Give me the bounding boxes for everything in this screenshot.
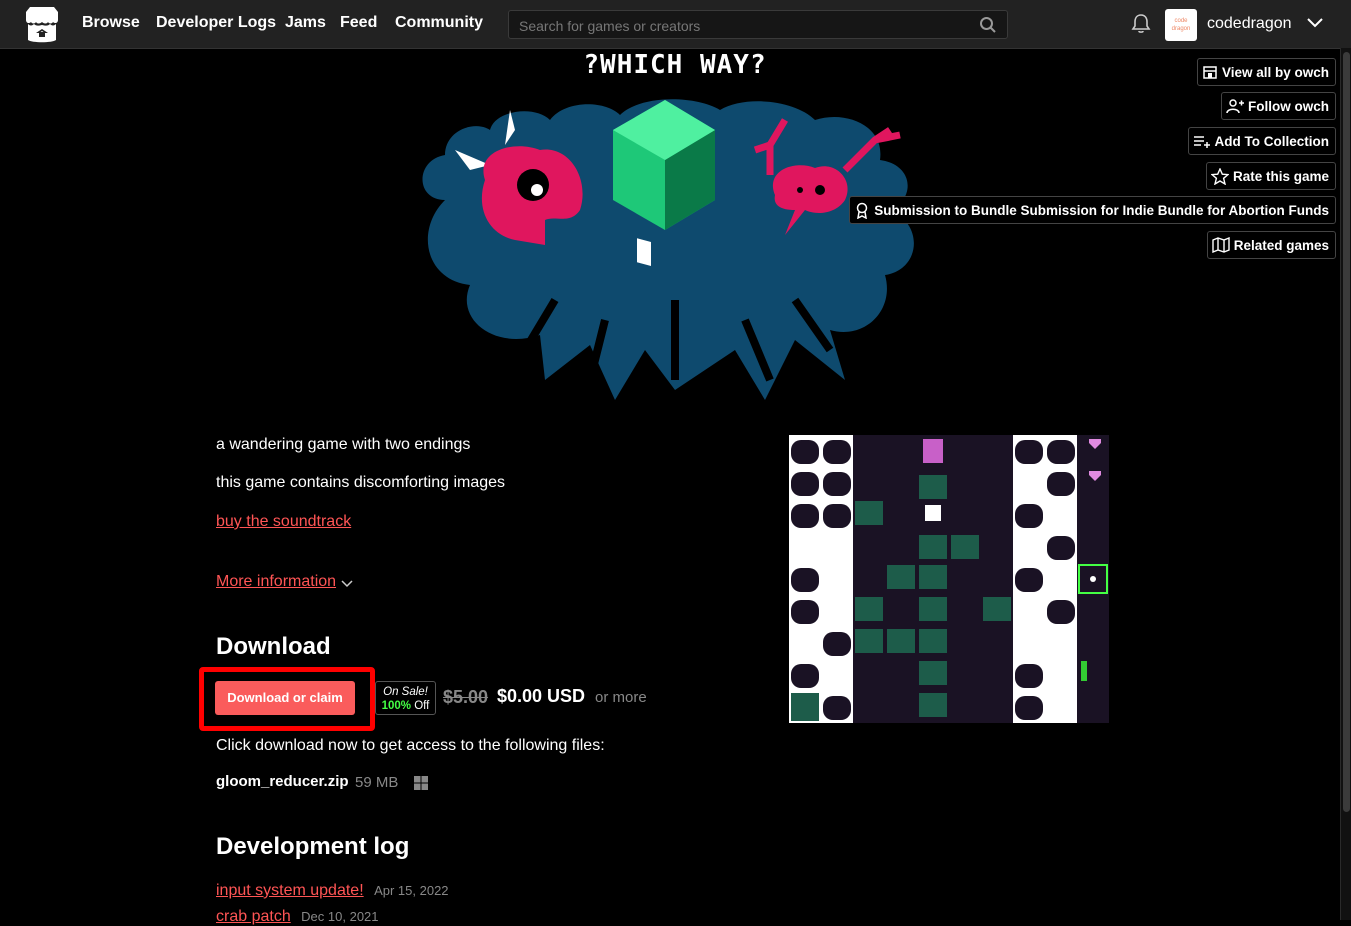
related-label: Related games [1233,237,1329,253]
sale-off: Off [414,700,430,712]
submission-label: Submission to Bundle Submission for Indi… [874,202,1329,218]
playlist-add-icon [1193,136,1210,148]
avatar[interactable]: code dragon [1165,9,1197,41]
file-name: gloom_reducer.zip [216,773,349,790]
game-screenshot[interactable] [789,435,1109,723]
add-collection-label: Add To Collection [1214,133,1330,149]
windows-icon [414,776,428,790]
highlight-box [199,667,375,731]
devlog-entry-link[interactable]: crab patch [216,908,291,925]
devlog-entry: input system update! Apr 15, 2022 [216,882,449,900]
store-icon [1203,66,1217,79]
more-information-label: More information [216,573,337,590]
sale-label: On Sale! [383,686,428,698]
notification-bell-icon[interactable] [1130,12,1152,34]
devlog-entry: crab patch Dec 10, 2021 [216,908,379,926]
nav-browse[interactable]: Browse [82,14,140,32]
chevron-down-icon[interactable] [1306,14,1324,32]
follow-label: Follow owch [1248,98,1329,114]
description-line-2: this game contains discomforting images [216,474,506,491]
map-icon [1212,237,1230,253]
search-box [508,10,1008,39]
rate-label: Rate this game [1232,168,1329,184]
bundle-submission-button[interactable]: Submission to Bundle Submission for Indi… [849,196,1336,224]
devlog-entry-date: Apr 15, 2022 [374,883,449,898]
original-price: $5.00 [443,687,489,707]
nav-community[interactable]: Community [395,14,483,32]
view-all-label: View all by owch [1221,64,1329,80]
search-icon[interactable] [979,16,997,34]
devlog-heading: Development log [216,833,410,860]
related-games-button[interactable]: Related games [1206,231,1336,259]
screenshot-image [789,435,1109,723]
nav-developer-logs[interactable]: Developer Logs [156,14,276,32]
add-to-collection-button[interactable]: Add To Collection [1187,127,1336,155]
file-size: 59 MB [355,774,399,791]
or-more-label: or more [595,689,647,706]
download-instructions: Click download now to get access to the … [216,737,605,754]
download-heading: Download [216,633,331,660]
game-banner: ?WHICH WAY? [375,50,975,410]
add-user-icon [1226,99,1244,114]
award-icon [857,202,868,219]
sale-percent: 100% [381,700,412,712]
current-price: $0.00 USD [497,686,586,706]
sale-discount: 100% Off [376,699,435,713]
devlog-entry-link[interactable]: input system update! [216,882,364,899]
search-input[interactable] [517,15,961,37]
more-information-toggle[interactable]: More information [216,573,354,591]
devlog-entry-date: Dec 10, 2021 [301,909,379,924]
view-all-by-author-button[interactable]: View all by owch [1196,58,1336,86]
description-line-1: a wandering game with two endings [216,436,471,453]
star-icon [1210,167,1229,185]
rate-game-button[interactable]: Rate this game [1205,162,1336,190]
itchio-logo-icon[interactable] [22,6,62,44]
nav-jams[interactable]: Jams [285,14,326,32]
username[interactable]: codedragon [1207,15,1292,33]
nav-feed[interactable]: Feed [340,14,377,32]
soundtrack-link[interactable]: buy the soundtrack [216,513,351,531]
follow-author-button[interactable]: Follow owch [1221,92,1336,120]
top-navigation-bar: Browse Developer Logs Jams Feed Communit… [0,0,1351,49]
chevron-down-icon [341,579,353,587]
banner-art-image [422,99,914,401]
sale-badge: On Sale! 100% Off [375,681,436,715]
scrollbar-thumb[interactable] [1343,52,1350,812]
